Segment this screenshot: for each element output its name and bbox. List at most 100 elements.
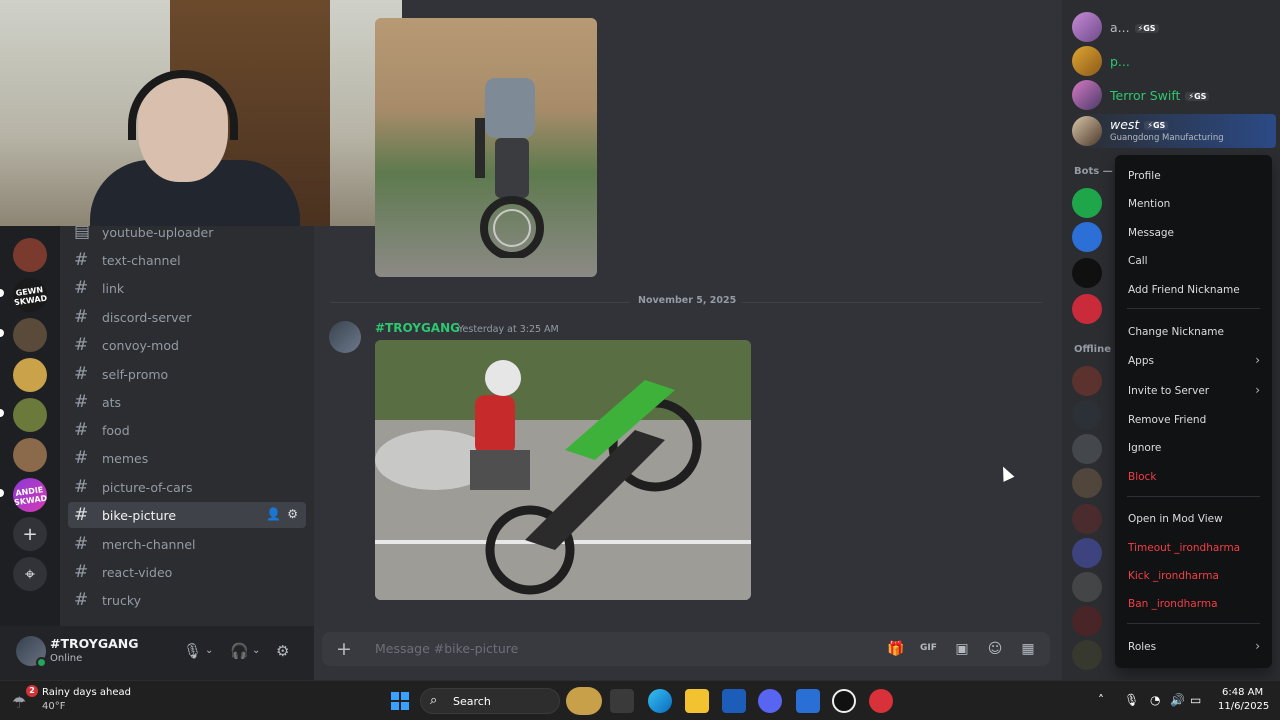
date-divider-label: November 5, 2025 [630,295,745,306]
channel-react-video[interactable]: # react-video [68,559,306,585]
app-icon[interactable] [832,689,856,713]
battery-icon[interactable]: ▭ [1190,693,1201,707]
menu-item-profile[interactable]: Profile [1121,164,1266,188]
volume-icon[interactable]: 🔊 [1170,693,1185,707]
gear-icon[interactable]: ⚙ [276,642,289,660]
hash-icon: # [74,477,89,497]
clock-time[interactable]: 6:48 AM [1222,687,1263,698]
message-input[interactable]: Message #bike-picture [375,641,518,656]
guild-tag: ⚡GS [1134,24,1159,33]
microphone-icon[interactable]: 🎙 [183,642,202,660]
menu-item-timeout[interactable]: Timeout _irondharma [1121,536,1266,560]
task-view-icon[interactable] [610,689,634,713]
server-icon[interactable] [13,238,47,272]
member-row[interactable]: a... ⚡GS [1072,12,1276,46]
menu-item-open-in-mod-view[interactable]: Open in Mod View [1121,507,1266,531]
bot-avatar [1072,294,1102,324]
menu-item-roles[interactable]: Roles › [1121,635,1266,659]
hash-icon: # [74,590,89,610]
menu-item-ignore[interactable]: Ignore [1121,436,1266,460]
server-icon[interactable] [13,438,47,472]
channel-picture-of-cars[interactable]: # picture-of-cars [68,474,306,500]
channel-ats[interactable]: # ats [68,389,306,415]
chevron-down-icon[interactable]: ⌄ [252,645,260,656]
chevron-right-icon: › [1255,353,1260,367]
menu-item-message[interactable]: Message [1121,221,1266,245]
channel-merch-channel[interactable]: # merch-channel [68,531,306,557]
edge-browser-icon[interactable] [648,689,672,713]
clock-date[interactable]: 11/6/2025 [1218,701,1269,712]
channel-convoy-mod[interactable]: # convoy-mod [68,332,306,358]
channel-bike-picture[interactable]: # bike-picture 👤 ⚙ [68,502,306,528]
channel-food[interactable]: # food [68,417,306,443]
menu-item-call[interactable]: Call [1121,249,1266,273]
avatar [1072,400,1102,430]
menu-item-remove-friend[interactable]: Remove Friend [1121,408,1266,432]
channel-self-promo[interactable]: # self-promo [68,361,306,387]
channel-youtube-uploader[interactable]: ▤ youtube-uploader [68,226,306,245]
member-row[interactable]: Terror Swift ⚡GS [1072,80,1276,114]
emoji-icon[interactable]: ☺ [987,641,1003,657]
member-row[interactable]: p... [1072,46,1276,80]
menu-item-ban[interactable]: Ban _irondharma [1121,592,1266,616]
channel-discord-server[interactable]: # discord-server [68,304,306,330]
chevron-up-icon[interactable]: ˄ [1098,693,1104,707]
server-icon-gewn[interactable]: GEWN SKWAD [13,278,47,312]
channel-memes[interactable]: # memes [68,445,306,471]
chevron-down-icon[interactable]: ⌄ [205,645,213,656]
hash-icon: # [74,364,89,384]
divider-line [742,302,1042,303]
server-icon[interactable] [13,358,47,392]
app-icon[interactable] [869,689,893,713]
add-member-icon[interactable]: 👤 [266,507,281,521]
member-row-selected[interactable]: west ⚡GS Guangdong Manufacturing [1072,114,1276,148]
gif-icon[interactable]: GIF [920,643,937,659]
discover-button[interactable]: ⌖ [13,557,47,591]
menu-item-apps[interactable]: Apps › [1121,349,1266,373]
calendar-app-icon[interactable] [796,689,820,713]
store-icon[interactable] [722,689,746,713]
server-icon-andie[interactable]: ANDIE SKWAD [13,478,47,512]
widgets-icon[interactable] [566,687,602,715]
file-explorer-icon[interactable] [685,689,709,713]
menu-item-invite-to-server[interactable]: Invite to Server › [1121,379,1266,403]
channel-text-channel[interactable]: # text-channel [68,247,306,273]
motorcycle-image [475,78,544,258]
microphone-icon[interactable]: 🎙 [1124,693,1139,707]
apps-icon[interactable]: ▦ [1020,641,1036,657]
date-divider: November 5, 2025 [330,295,1042,306]
menu-item-label: Roles [1128,641,1157,653]
avatar[interactable] [329,321,361,353]
message-author[interactable]: #TROYGANG [375,321,460,335]
gear-icon[interactable]: ⚙ [287,507,298,521]
gift-icon[interactable]: 🎁 [887,641,904,657]
windows-start-icon[interactable] [388,689,412,713]
menu-separator [1127,496,1260,497]
menu-item-change-nickname[interactable]: Change Nickname [1121,320,1266,344]
weather-icon[interactable]: ☂ [12,693,26,712]
discord-icon[interactable] [758,689,782,713]
menu-item-add-friend-nickname[interactable]: Add Friend Nickname [1121,278,1266,302]
message-image-wheelie[interactable] [375,340,751,600]
menu-item-block[interactable]: Block [1121,465,1266,489]
taskbar-search[interactable]: ⌕ Search [420,688,560,714]
server-icon[interactable] [13,318,47,352]
weather-title[interactable]: Rainy days ahead [42,687,131,698]
menu-item-mention[interactable]: Mention [1121,192,1266,216]
message-composer[interactable]: + Message #bike-picture 🎁 GIF ▣ ☺ ▦ [322,632,1050,666]
message-image-motorcycle[interactable] [375,18,597,277]
channel-name: food [102,422,130,438]
wifi-icon[interactable]: ◔ [1150,693,1160,707]
headphones-icon[interactable]: 🎧 [230,642,249,660]
channel-name: picture-of-cars [102,479,193,495]
hash-icon: # [74,278,89,298]
menu-item-kick[interactable]: Kick _irondharma [1121,564,1266,588]
server-icon[interactable] [13,398,47,432]
hash-icon: # [74,534,89,554]
plus-icon[interactable]: + [336,638,352,660]
channel-link[interactable]: # link [68,275,306,301]
channel-name: trucky [102,592,142,608]
channel-trucky[interactable]: # trucky [68,587,306,613]
add-server-button[interactable]: + [13,517,47,551]
sticker-icon[interactable]: ▣ [954,641,970,657]
